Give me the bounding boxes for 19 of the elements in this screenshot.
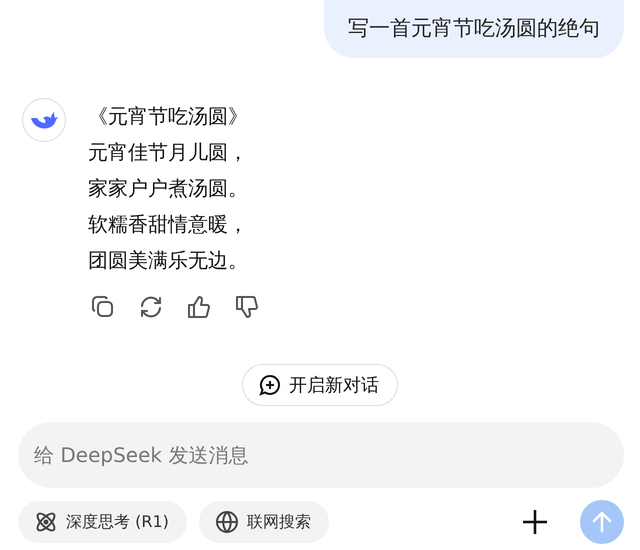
message-input[interactable]: 给 DeepSeek 发送消息 xyxy=(18,422,624,488)
poem-line: 软糯香甜情意暖， xyxy=(88,211,249,238)
new-chat-button[interactable]: 开启新对话 xyxy=(242,364,398,406)
chat-plus-icon xyxy=(259,374,281,396)
atom-icon xyxy=(34,510,58,534)
poem-line: 家家户户煮汤圆。 xyxy=(88,175,249,202)
thumbs-down-icon[interactable] xyxy=(234,294,260,320)
globe-icon xyxy=(214,510,239,534)
plus-icon[interactable] xyxy=(520,507,550,537)
poem-line: 团圆美满乐无边。 xyxy=(88,247,249,274)
thumbs-up-icon[interactable] xyxy=(186,294,212,320)
arrow-up-icon xyxy=(590,510,614,534)
copy-icon[interactable] xyxy=(90,294,116,320)
poem-line: 元宵佳节月儿圆， xyxy=(88,139,249,166)
deep-think-toggle[interactable]: 深度思考 (R1) xyxy=(18,501,187,543)
user-message: 写一首元宵节吃汤圆的绝句 xyxy=(324,0,624,58)
poem-line: 《元宵节吃汤圆》 xyxy=(88,103,249,130)
refresh-icon[interactable] xyxy=(138,294,164,320)
web-search-toggle[interactable]: 联网搜索 xyxy=(198,501,329,543)
